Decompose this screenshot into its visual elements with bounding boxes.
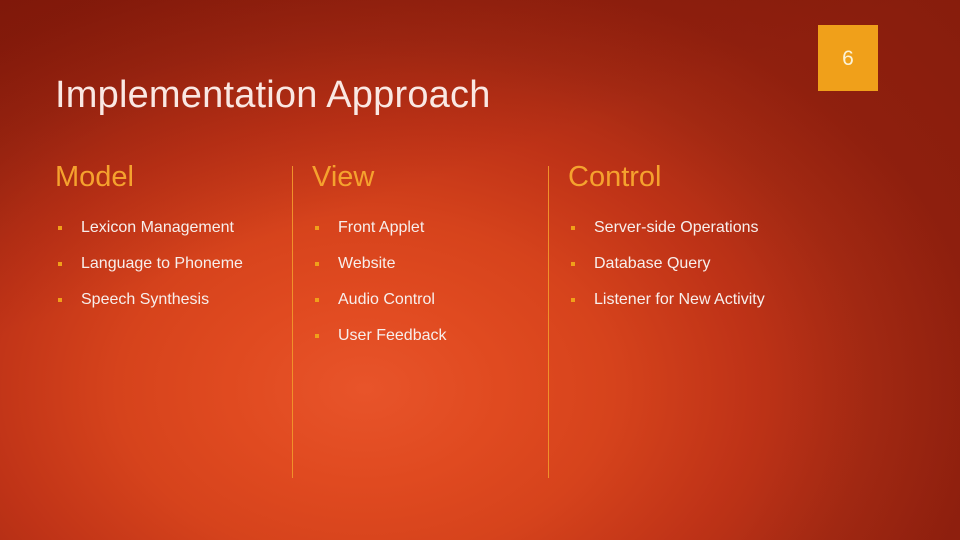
bullet-dot-icon bbox=[571, 298, 575, 302]
bullet-dot-icon bbox=[315, 298, 319, 302]
list-item: User Feedback bbox=[312, 324, 537, 348]
list-item-label: Listener for New Activity bbox=[594, 291, 765, 308]
bullet-list-control: Server-side Operations Database Query Li… bbox=[568, 216, 768, 312]
column-divider-1 bbox=[292, 166, 293, 478]
bullet-dot-icon bbox=[58, 226, 62, 230]
list-item: Audio Control bbox=[312, 288, 537, 312]
list-item: Website bbox=[312, 252, 537, 276]
slide-title: Implementation Approach bbox=[55, 74, 491, 117]
bullet-dot-icon bbox=[315, 262, 319, 266]
list-item: Front Applet bbox=[312, 216, 537, 240]
slide-number-text: 6 bbox=[842, 46, 854, 70]
list-item-label: Website bbox=[338, 255, 396, 272]
bullet-dot-icon bbox=[58, 262, 62, 266]
column-model: Model Lexicon Management Language to Pho… bbox=[55, 160, 280, 324]
bullet-dot-icon bbox=[58, 298, 62, 302]
list-item-label: Speech Synthesis bbox=[81, 291, 210, 308]
list-item: Language to Phoneme bbox=[55, 252, 280, 276]
list-item: Server-side Operations bbox=[568, 216, 768, 240]
list-item-label: Audio Control bbox=[338, 291, 435, 308]
list-item-label: Server-side Operations bbox=[594, 219, 759, 236]
list-item-label: Database Query bbox=[594, 255, 711, 272]
list-item-label: Front Applet bbox=[338, 219, 425, 236]
list-item-label: Lexicon Management bbox=[81, 219, 234, 236]
bullet-list-view: Front Applet Website Audio Control User … bbox=[312, 216, 537, 348]
list-item: Listener for New Activity bbox=[568, 288, 768, 312]
column-divider-2 bbox=[548, 166, 549, 478]
list-item: Speech Synthesis bbox=[55, 288, 280, 312]
slide-number-badge: 6 bbox=[818, 25, 878, 91]
column-header-view: View bbox=[312, 161, 375, 193]
list-item: Lexicon Management bbox=[55, 216, 280, 240]
column-view: View Front Applet Website Audio Control … bbox=[312, 160, 537, 360]
bullet-dot-icon bbox=[571, 226, 575, 230]
bullet-list-model: Lexicon Management Language to Phoneme S… bbox=[55, 216, 280, 312]
bullet-dot-icon bbox=[571, 262, 575, 266]
list-item-label: User Feedback bbox=[338, 327, 447, 344]
list-item-label: Language to Phoneme bbox=[81, 255, 243, 272]
column-control: Control Server-side Operations Database … bbox=[568, 160, 768, 324]
bullet-dot-icon bbox=[315, 226, 319, 230]
bullet-dot-icon bbox=[315, 334, 319, 338]
presentation-slide: Implementation Approach 6 Model Lexicon … bbox=[0, 0, 960, 540]
column-header-model: Model bbox=[55, 161, 134, 193]
column-header-control: Control bbox=[568, 161, 662, 193]
list-item: Database Query bbox=[568, 252, 768, 276]
